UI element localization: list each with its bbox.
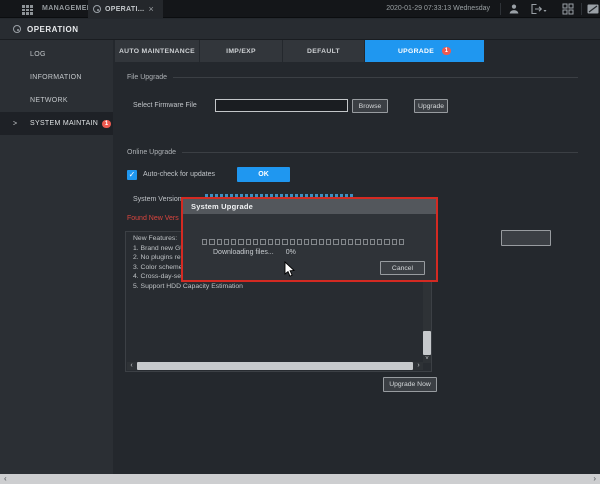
sidebar-item-label: SYSTEM MAINTAIN	[30, 120, 98, 127]
firmware-file-label: Select Firmware File	[133, 102, 197, 109]
tab-auto-maintenance[interactable]: AUTO MAINTENANCE	[115, 40, 199, 62]
sidebar-item-log[interactable]: LOG	[0, 43, 113, 66]
ok-button-label: OK	[258, 171, 269, 178]
progress-percent: 0%	[286, 249, 296, 256]
chevron-right-icon: >	[13, 120, 17, 127]
progress-segments	[202, 239, 404, 245]
cancel-button-label: Cancel	[392, 265, 413, 272]
user-icon[interactable]	[508, 3, 521, 15]
tab-label: IMP/EXP	[226, 48, 256, 55]
upgrade-button[interactable]: Upgrade	[414, 99, 448, 113]
upgrade-button-label: Upgrade	[418, 103, 444, 110]
section-title: Online Upgrade	[127, 149, 176, 156]
sidebar-item-label: INFORMATION	[30, 74, 82, 81]
manual-check-button-clipped[interactable]	[501, 230, 551, 246]
sidebar-item-label: NETWORK	[30, 97, 68, 104]
cancel-button[interactable]: Cancel	[380, 261, 425, 275]
notification-badge: 1	[442, 47, 451, 55]
scroll-right-icon[interactable]: ›	[414, 362, 423, 370]
tab-upgrade[interactable]: UPGRADE 1	[365, 40, 484, 62]
browse-button-label: Browse	[359, 103, 382, 110]
file-upgrade-section-header: File Upgrade	[127, 74, 578, 81]
upgrade-now-label: Upgrade Now	[389, 381, 431, 388]
logout-icon[interactable]	[530, 3, 548, 15]
tab-default[interactable]: DEFAULT	[283, 40, 364, 62]
auto-check-label: Auto-check for updates	[143, 171, 215, 178]
display-icon[interactable]	[587, 3, 600, 15]
page-title: OPERATION	[27, 25, 78, 34]
page-horizontal-scrollbar[interactable]: ‹ ›	[0, 474, 600, 484]
firmware-file-input[interactable]	[215, 99, 348, 112]
vertical-scrollbar-thumb[interactable]	[423, 331, 431, 355]
found-new-version-text: Found New Vers	[127, 215, 179, 222]
section-divider	[173, 77, 578, 78]
dialog-title-bar[interactable]: System Upgrade	[183, 199, 436, 214]
section-divider	[182, 152, 578, 153]
operation-tab-icon	[93, 5, 101, 13]
online-upgrade-section-header: Online Upgrade	[127, 149, 578, 156]
dialog-title: System Upgrade	[191, 202, 253, 211]
section-title: File Upgrade	[127, 74, 167, 81]
auto-check-checkbox[interactable]: ✓	[127, 170, 137, 180]
ok-button[interactable]: OK	[237, 167, 290, 182]
topbar-divider-2	[581, 3, 582, 15]
download-status-text: Downloading files... 0%	[213, 249, 296, 256]
features-horizontal-scrollbar[interactable]: ‹ ›	[127, 362, 423, 370]
app-window: MANAGEMENT OPERATI... × 2020-01-29 07:33…	[0, 0, 600, 484]
tab-label: UPGRADE	[398, 48, 434, 55]
top-bar: MANAGEMENT OPERATI... × 2020-01-29 07:33…	[0, 0, 600, 18]
sidebar-item-network[interactable]: NETWORK	[0, 89, 113, 112]
sidebar-item-information[interactable]: INFORMATION	[0, 66, 113, 89]
datetime-display: 2020-01-29 07:33:13 Wednesday	[386, 5, 490, 12]
feature-line: 5. Support HDD Capacity Estimation	[133, 282, 243, 292]
window-header: OPERATION	[0, 19, 600, 40]
main-menu-grid-icon[interactable]	[22, 5, 35, 15]
sidebar-item-system-maintain[interactable]: > SYSTEM MAINTAIN 1	[0, 112, 113, 135]
operation-header-icon	[13, 25, 21, 33]
notification-badge: 1	[102, 120, 111, 128]
system-upgrade-dialog: System Upgrade Downloading files... 0% Ca…	[181, 197, 438, 282]
topbar-divider	[500, 3, 501, 15]
tab-operation-top[interactable]: OPERATI... ×	[88, 0, 163, 18]
tab-label: AUTO MAINTENANCE	[119, 48, 195, 55]
mouse-cursor	[284, 261, 296, 283]
scroll-right-icon[interactable]: ›	[589, 474, 600, 484]
upgrade-tabs: AUTO MAINTENANCE IMP/EXP DEFAULT UPGRADE…	[115, 40, 484, 62]
scroll-left-icon[interactable]: ‹	[0, 474, 11, 484]
operation-tab-label: OPERATI...	[105, 6, 144, 13]
tab-label: DEFAULT	[307, 48, 340, 55]
system-version-label: System Version	[133, 196, 182, 203]
scroll-left-icon[interactable]: ‹	[127, 362, 136, 370]
upgrade-now-button[interactable]: Upgrade Now	[383, 377, 437, 392]
progress-label: Downloading files...	[213, 249, 274, 256]
horizontal-scrollbar-thumb[interactable]	[137, 362, 413, 370]
sidebar-item-label: LOG	[30, 51, 46, 58]
tab-imp-exp[interactable]: IMP/EXP	[200, 40, 282, 62]
close-tab-icon[interactable]: ×	[148, 5, 153, 14]
apps-grid-icon[interactable]	[562, 3, 575, 15]
browse-button[interactable]: Browse	[352, 99, 388, 113]
sidebar: LOG INFORMATION NETWORK > SYSTEM MAINTAI…	[0, 40, 113, 474]
scroll-down-icon[interactable]: ˅	[423, 355, 431, 363]
